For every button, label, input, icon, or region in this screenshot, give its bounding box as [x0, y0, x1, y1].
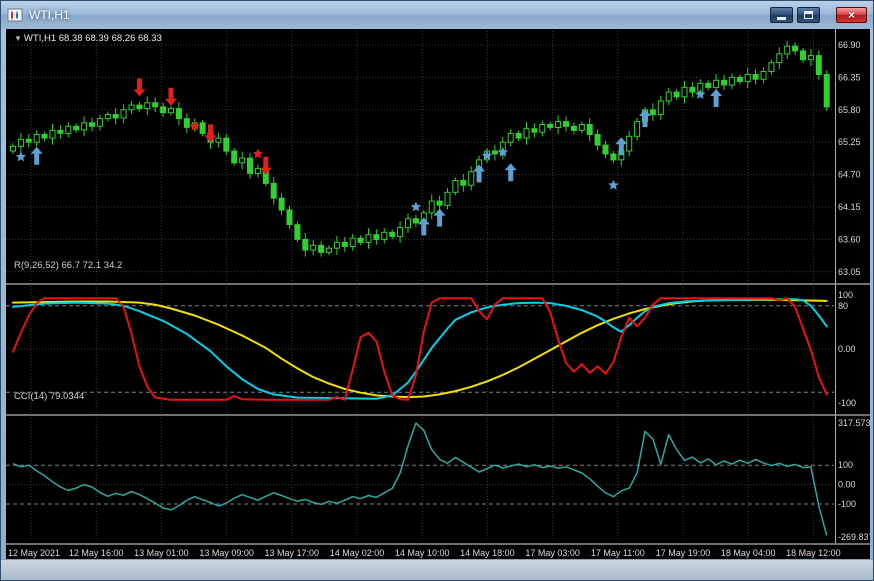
- svg-text:64.15: 64.15: [838, 202, 861, 212]
- svg-text:0.00: 0.00: [838, 344, 856, 354]
- maximize-icon: [804, 11, 813, 19]
- svg-text:66.90: 66.90: [838, 40, 861, 50]
- svg-text:18 May 12:00: 18 May 12:00: [786, 548, 841, 558]
- svg-text:65.25: 65.25: [838, 137, 861, 147]
- svg-text:12 May 16:00: 12 May 16:00: [69, 548, 124, 558]
- svg-text:63.05: 63.05: [838, 267, 861, 277]
- svg-text:317.5738: 317.5738: [838, 418, 870, 428]
- svg-text:13 May 17:00: 13 May 17:00: [265, 548, 320, 558]
- svg-text:100: 100: [838, 460, 853, 470]
- svg-text:17 May 03:00: 17 May 03:00: [525, 548, 580, 558]
- chart-area[interactable]: 66.90 66.35 65.80 65.25 64.70 64.15 63.60 63.05…: [6, 29, 870, 562]
- svg-text:-100: -100: [838, 499, 856, 509]
- svg-text:12 May 2021: 12 May 2021: [8, 548, 60, 558]
- svg-text:-269.8371: -269.8371: [838, 532, 870, 542]
- minimize-button[interactable]: [770, 7, 793, 23]
- title-bar[interactable]: WTI,H1 ×: [1, 1, 873, 29]
- svg-text:100: 100: [838, 290, 853, 300]
- svg-text:63.60: 63.60: [838, 234, 861, 244]
- window-title: WTI,H1: [29, 8, 70, 22]
- svg-text:14 May 18:00: 14 May 18:00: [460, 548, 515, 558]
- svg-text:13 May 09:00: 13 May 09:00: [199, 548, 254, 558]
- svg-text:65.80: 65.80: [838, 105, 861, 115]
- svg-text:18 May 04:00: 18 May 04:00: [721, 548, 776, 558]
- svg-text:14 May 02:00: 14 May 02:00: [330, 548, 385, 558]
- application-window: WTI,H1 × 66.90 66.35 65.80 65.25 64.70 64.15 6…: [0, 0, 874, 581]
- chart-canvas[interactable]: 66.90 66.35 65.80 65.25 64.70 64.15 63.60 63.05…: [6, 29, 870, 562]
- window-controls: ×: [770, 7, 867, 23]
- svg-text:14 May 10:00: 14 May 10:00: [395, 548, 450, 558]
- svg-text:-100: -100: [838, 398, 856, 408]
- svg-text:17 May 19:00: 17 May 19:00: [656, 548, 711, 558]
- svg-text:66.35: 66.35: [838, 72, 861, 82]
- chart-app-icon: [7, 7, 23, 23]
- svg-text:80: 80: [838, 301, 848, 311]
- close-icon: ×: [847, 8, 855, 22]
- svg-text:64.70: 64.70: [838, 170, 861, 180]
- window-bottom-frame: [1, 559, 873, 580]
- maximize-button[interactable]: [797, 7, 820, 23]
- minimize-icon: [777, 16, 786, 20]
- svg-text:0.00: 0.00: [838, 480, 856, 490]
- close-button[interactable]: ×: [836, 7, 867, 23]
- svg-text:13 May 01:00: 13 May 01:00: [134, 548, 189, 558]
- svg-text:17 May 11:00: 17 May 11:00: [591, 548, 645, 558]
